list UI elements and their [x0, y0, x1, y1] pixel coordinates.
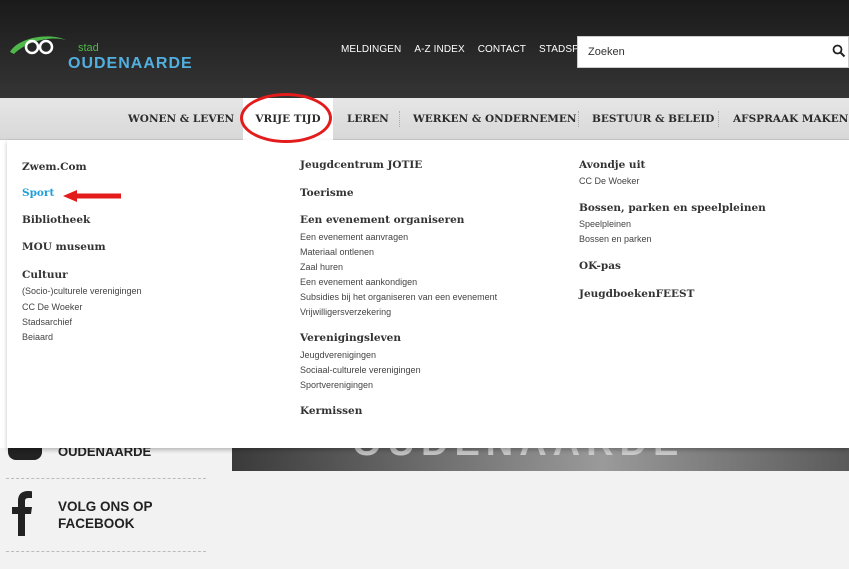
util-link-contact[interactable]: CONTACT — [478, 44, 526, 55]
site-header: stad OUDENAARDE MELDINGEN A-Z INDEX CONT… — [0, 0, 849, 98]
vrije-tijd-dropdown: Zwem.Com Sport Bibliotheek MOU museum Cu… — [7, 140, 849, 448]
city-icon — [8, 448, 42, 460]
utility-nav: MELDINGEN A-Z INDEX CONTACT STADSPLAN — [341, 44, 599, 55]
menu-sublink[interactable]: Stadsarchief — [22, 317, 72, 327]
menu-sublink[interactable]: Jeugdverenigingen — [300, 350, 376, 360]
menu-link-bibliotheek[interactable]: Bibliotheek — [22, 214, 90, 226]
menu-sublink[interactable]: Een evenement aanvragen — [300, 232, 408, 242]
main-nav: WONEN & LEVEN VRIJE TIJD LEREN WERKEN & … — [0, 98, 849, 141]
menu-link-verenigingsleven[interactable]: Verenigingsleven — [300, 332, 401, 344]
menu-sublink[interactable]: Subsidies bij het organiseren van een ev… — [300, 292, 497, 302]
facebook-icon — [12, 491, 32, 536]
site-logo[interactable]: stad OUDENAARDE — [8, 28, 192, 76]
nav-item-leren[interactable]: LEREN — [347, 98, 389, 140]
search-icon[interactable] — [832, 44, 846, 58]
menu-link-zwem-com[interactable]: Zwem.Com — [22, 161, 87, 173]
logo-stad-text: stad — [78, 42, 99, 54]
util-link-az-index[interactable]: A-Z INDEX — [414, 44, 464, 55]
logo-city-text: OUDENAARDE — [68, 55, 193, 72]
menu-sublink[interactable]: Een evenement aankondigen — [300, 277, 417, 287]
menu-link-toerisme[interactable]: Toerisme — [300, 187, 354, 199]
nav-separator — [718, 111, 719, 127]
menu-link-ok-pas[interactable]: OK-pas — [579, 260, 621, 272]
annotation-ellipse — [240, 93, 332, 143]
nav-item-werken-ondernemen[interactable]: WERKEN & ONDERNEMEN — [413, 98, 576, 140]
menu-link-jeugdcentrum[interactable]: Jeugdcentrum JOTIE — [300, 159, 422, 171]
facebook-link[interactable]: VOLG ONS OP FACEBOOK — [0, 478, 232, 554]
annotation-arrow-icon — [63, 190, 121, 202]
nav-item-afspraak-maken[interactable]: AFSPRAAK MAKEN — [733, 98, 848, 140]
util-link-meldingen[interactable]: MELDINGEN — [341, 44, 401, 55]
menu-sublink[interactable]: (Socio-)culturele verenigingen — [22, 286, 142, 296]
menu-link-jeugdboekenfeest[interactable]: JeugdboekenFEEST — [579, 288, 694, 300]
menu-link-kermissen[interactable]: Kermissen — [300, 405, 362, 417]
menu-sublink[interactable]: CC De Woeker — [22, 302, 82, 312]
menu-link-evenement[interactable]: Een evenement organiseren — [300, 214, 464, 226]
menu-sublink[interactable]: Beiaard — [22, 332, 53, 342]
logo-swoosh-icon — [10, 36, 66, 55]
nav-separator — [399, 111, 400, 127]
facebook-label: VOLG ONS OP FACEBOOK — [58, 499, 153, 531]
menu-sublink[interactable]: Bossen en parken — [579, 234, 652, 244]
menu-link-mou-museum[interactable]: MOU museum — [22, 241, 106, 253]
menu-sublink[interactable]: Speelpleinen — [579, 219, 631, 229]
menu-sublink[interactable]: Vrijwilligersverzekering — [300, 307, 391, 317]
menu-link-cultuur[interactable]: Cultuur — [22, 269, 68, 281]
search-input[interactable] — [588, 37, 828, 67]
menu-sublink[interactable]: CC De Woeker — [579, 176, 639, 186]
menu-sublink[interactable]: Sociaal-culturele verenigingen — [300, 365, 421, 375]
nav-item-bestuur-beleid[interactable]: BESTUUR & BELEID — [592, 98, 714, 140]
menu-sublink[interactable]: Sportverenigingen — [300, 380, 373, 390]
search-box — [577, 36, 849, 68]
menu-sublink[interactable]: Materiaal ontlenen — [300, 247, 374, 257]
nav-item-wonen-leven[interactable]: WONEN & LEVEN — [128, 98, 234, 140]
content-area — [232, 471, 849, 569]
menu-link-sport[interactable]: Sport — [22, 187, 54, 199]
nav-separator — [578, 111, 579, 127]
page: stad OUDENAARDE MELDINGEN A-Z INDEX CONT… — [0, 0, 849, 569]
menu-link-bossen-parken[interactable]: Bossen, parken en speelpleinen — [579, 202, 766, 214]
menu-link-avondje-uit[interactable]: Avondje uit — [579, 159, 645, 171]
menu-sublink[interactable]: Zaal huren — [300, 262, 343, 272]
divider — [6, 551, 206, 552]
